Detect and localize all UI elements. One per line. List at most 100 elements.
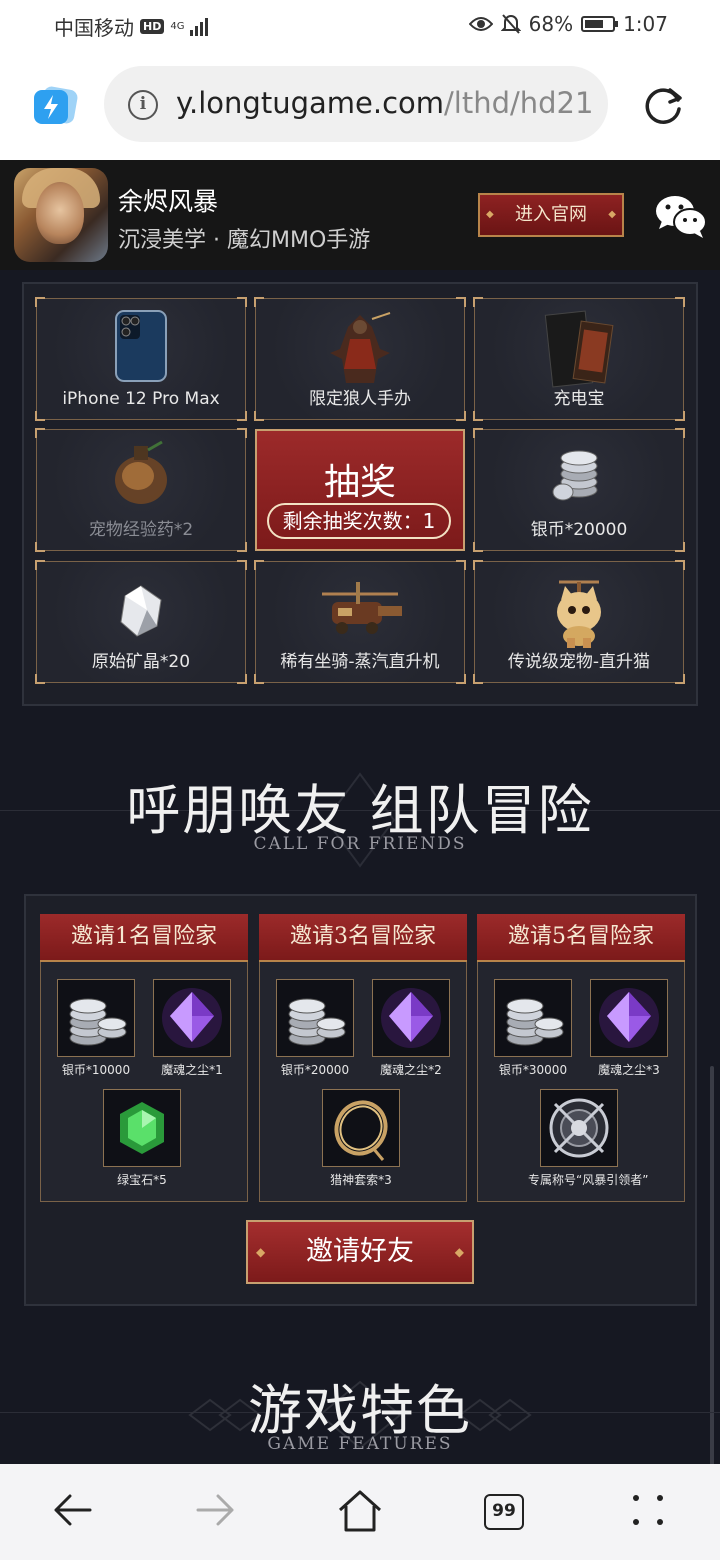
prize-cell-cat: 传说级宠物-直升猫 [473, 560, 685, 684]
reward-box [57, 979, 135, 1057]
home-icon[interactable] [336, 1486, 384, 1534]
potion-icon [115, 440, 167, 504]
forward-icon[interactable] [192, 1486, 240, 1534]
reward-box [590, 979, 668, 1057]
phone-icon [115, 310, 167, 382]
prize-label: 传说级宠物-直升猫 [507, 652, 651, 672]
powerbank-icon [544, 310, 614, 388]
reward-label: 魔魂之尘*2 [380, 1063, 442, 1077]
mute-bell-icon [500, 14, 521, 34]
coins-icon [552, 450, 598, 501]
reward-label: 魔魂之尘*1 [161, 1063, 223, 1077]
reward-label: 魔魂之尘*3 [598, 1063, 660, 1077]
coins-icon [506, 998, 564, 1046]
reward-label: 银币*30000 [498, 1063, 568, 1077]
url-text[interactable]: y.longtugame.com/lthd/hd21 [176, 86, 596, 120]
menu-dots-icon[interactable] [624, 1486, 672, 1534]
eye-icon [468, 17, 493, 31]
url-path: /lthd/hd21 [444, 86, 594, 120]
lasso-icon [334, 1100, 388, 1161]
invite-tier-3: 邀请3名冒险家 银币*20000 魔魂之尘*2 猎神套索*3 [259, 914, 467, 1202]
app-banner: 余烬风暴 沉浸美学 · 魔幻MMO手游 进入官网 [0, 160, 720, 270]
draw-title: 抽奖 [323, 462, 396, 503]
prize-cell-helicopter: 稀有坐骑-蒸汽直升机 [254, 560, 466, 684]
prize-cell-powerbank: 充电宝 [473, 297, 685, 421]
reward-label: 专属称号“风暴引领者” [528, 1173, 649, 1187]
emblem-icon [549, 1098, 609, 1158]
app-subtitle: 沉浸美学 · 魔幻MMO手游 [118, 228, 371, 253]
purple-gem-icon [162, 988, 222, 1048]
coins-icon [69, 998, 127, 1046]
clock: 1:07 [623, 12, 668, 36]
wechat-icon[interactable] [654, 193, 708, 239]
reward-box [153, 979, 231, 1057]
back-icon[interactable] [48, 1486, 96, 1534]
prize-label: 银币*20000 [530, 520, 628, 540]
enter-official-site-button[interactable]: 进入官网 [478, 193, 624, 237]
reward-item: 魔魂之尘*2 [372, 979, 450, 1078]
prize-label: 原始矿晶*20 [91, 652, 191, 672]
reward-item: 银币*20000 [276, 979, 354, 1078]
reward-label: 猎神套索*3 [330, 1173, 392, 1187]
invite-tier-title: 邀请5名冒险家 [477, 914, 685, 962]
invite-tier-5: 邀请5名冒险家 银币*30000 魔魂之尘*3 专属称号“风暴引领者” [477, 914, 685, 1202]
reward-box [372, 979, 450, 1057]
invite-tier-1: 邀请1名冒险家 银币*10000 魔魂之尘*1 绿宝石*5 [40, 914, 248, 1202]
signal-icon [190, 17, 209, 36]
reward-item: 猎神套索*3 [322, 1089, 400, 1188]
helicopter-icon [322, 582, 402, 634]
browser-bottom-bar [0, 1464, 720, 1560]
reward-item: 银币*10000 [57, 979, 135, 1078]
reward-box [494, 979, 572, 1057]
page-content: iPhone 12 Pro Max 限定狼人手办 充电宝 宠物经验药*2 抽奖 … [0, 270, 720, 1464]
friends-section-subtitle: CALL FOR FRIENDS [253, 834, 467, 854]
reward-item: 魔魂之尘*1 [153, 979, 231, 1078]
reward-item: 银币*30000 [494, 979, 572, 1078]
prize-cell-iphone: iPhone 12 Pro Max [35, 297, 247, 421]
reward-box [322, 1089, 400, 1167]
prize-cell-crystal: 原始矿晶*20 [35, 560, 247, 684]
site-info-icon[interactable]: i [128, 90, 158, 120]
cat-icon [557, 580, 601, 648]
invite-tier-title: 邀请3名冒险家 [259, 914, 467, 962]
reward-box [103, 1089, 181, 1167]
network-type: 4G [170, 20, 185, 32]
prize-grid-panel: iPhone 12 Pro Max 限定狼人手办 充电宝 宠物经验药*2 抽奖 … [22, 282, 698, 706]
coins-icon [288, 998, 346, 1046]
reload-icon[interactable] [640, 82, 686, 128]
hd-badge: HD [140, 19, 165, 34]
prize-cell-figure: 限定狼人手办 [254, 297, 466, 421]
prize-label: 宠物经验药*2 [88, 520, 194, 540]
crystal-icon [120, 585, 162, 637]
reward-item: 专属称号“风暴引领者” [528, 1089, 648, 1188]
app-icon[interactable] [14, 168, 108, 262]
reward-label: 绿宝石*5 [117, 1173, 167, 1187]
battery-fill [585, 20, 603, 28]
prize-label: 限定狼人手办 [309, 389, 411, 409]
draw-remaining: 剩余抽奖次数：1 [267, 503, 451, 539]
prize-cell-coins: 银币*20000 [473, 428, 685, 552]
status-left: 中国移动 HD 4G [54, 12, 209, 41]
address-bar[interactable]: i y.longtugame.com/lthd/hd21 [104, 66, 608, 142]
reward-label: 银币*10000 [61, 1063, 131, 1077]
purple-gem-icon [599, 988, 659, 1048]
quick-app-icon[interactable] [34, 86, 78, 126]
app-name: 余烬风暴 [118, 187, 219, 216]
status-right: 68% 1:07 [468, 12, 668, 36]
draw-button[interactable]: 抽奖 剩余抽奖次数：1 [255, 429, 465, 551]
tabs-button[interactable]: 99 [484, 1494, 524, 1530]
reward-item: 绿宝石*5 [103, 1089, 181, 1188]
invite-tier-title: 邀请1名冒险家 [40, 914, 248, 962]
figure-icon [330, 312, 391, 383]
carrier-label: 中国移动 [54, 16, 134, 40]
purple-gem-icon [381, 988, 441, 1048]
reward-label: 银币*20000 [280, 1063, 350, 1077]
status-bar: 中国移动 HD 4G 68% 1:07 [0, 0, 720, 50]
invite-friends-button[interactable]: 邀请好友 [246, 1220, 474, 1284]
app-icon-face [36, 182, 84, 244]
prize-label: 充电宝 [553, 389, 605, 409]
url-domain: y.longtugame.com [176, 86, 445, 120]
prize-label: iPhone 12 Pro Max [62, 389, 220, 409]
reward-item: 魔魂之尘*3 [590, 979, 668, 1078]
features-section-subtitle: GAME FEATURES [267, 1434, 453, 1454]
